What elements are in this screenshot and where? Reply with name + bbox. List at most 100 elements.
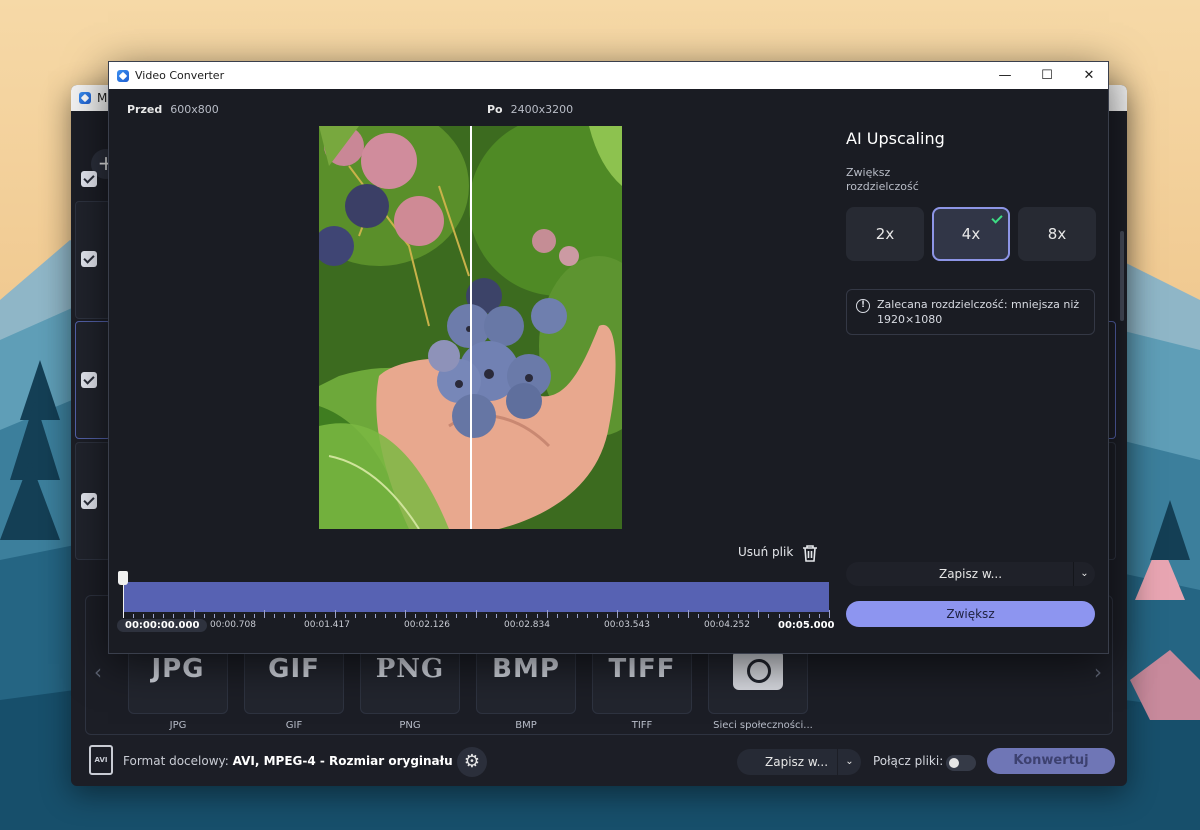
timeline-label: 00:02.126 bbox=[404, 620, 450, 630]
formats-next-icon[interactable]: › bbox=[1094, 660, 1102, 684]
timeline-tick bbox=[456, 614, 457, 618]
format-tile-jpg[interactable]: JPG bbox=[128, 644, 228, 714]
upscale-button[interactable]: Zwiększ bbox=[846, 601, 1095, 627]
minimize-icon[interactable]: — bbox=[984, 62, 1026, 89]
scale-2x-button[interactable]: 2x bbox=[846, 207, 924, 261]
format-tile-gif[interactable]: GIF bbox=[244, 644, 344, 714]
end-time: 00:05.000 bbox=[778, 620, 835, 631]
timeline-label: 00:03.543 bbox=[604, 620, 650, 630]
timeline-track[interactable] bbox=[123, 582, 829, 612]
format-label: TIFF bbox=[631, 720, 653, 731]
format-tile-tiff[interactable]: TIFF bbox=[592, 644, 692, 714]
check-icon bbox=[991, 212, 1003, 224]
timeline-tick bbox=[214, 614, 215, 618]
timeline-tick bbox=[486, 614, 487, 618]
main-window-title: M bbox=[97, 91, 108, 105]
maximize-icon[interactable]: ☐ bbox=[1026, 62, 1068, 89]
convert-button[interactable]: Konwertuj bbox=[987, 748, 1115, 774]
timeline-tick bbox=[426, 614, 427, 618]
format-label: Sieci społeczności... bbox=[713, 720, 813, 731]
file-checkbox[interactable] bbox=[81, 493, 97, 509]
timeline-tick bbox=[234, 614, 235, 618]
avi-file-icon: AVI bbox=[89, 745, 113, 775]
timeline-tick bbox=[254, 614, 255, 618]
timeline-tick bbox=[577, 614, 578, 618]
file-card-edge bbox=[1108, 442, 1116, 560]
save-to-label: Zapisz w... bbox=[938, 567, 1003, 581]
timeline-tick bbox=[385, 614, 386, 618]
timeline-tick bbox=[506, 614, 507, 618]
timeline-tick bbox=[537, 614, 538, 618]
format-label: PNG bbox=[399, 720, 421, 731]
timeline-tick bbox=[829, 610, 830, 618]
scrollbar-thumb[interactable] bbox=[1120, 231, 1124, 321]
dialog-title: Video Converter bbox=[135, 69, 225, 82]
timeline-tick bbox=[163, 614, 164, 618]
chevron-down-icon[interactable]: ⌄ bbox=[837, 749, 861, 775]
trash-icon[interactable] bbox=[802, 544, 818, 562]
timeline-tick bbox=[547, 610, 548, 618]
timeline-tick bbox=[375, 614, 376, 618]
timeline-tick bbox=[758, 610, 759, 618]
timeline-tick bbox=[708, 614, 709, 618]
timeline-tick bbox=[718, 614, 719, 618]
timeline-tick bbox=[143, 614, 144, 618]
format-tile-bmp[interactable]: BMP bbox=[476, 644, 576, 714]
merge-files-toggle[interactable] bbox=[946, 755, 976, 771]
timeline-tick bbox=[315, 614, 316, 618]
format-label: BMP bbox=[515, 720, 537, 731]
bottom-bar: AVI Format docelowy: AVI, MPEG-4 - Rozmi… bbox=[71, 739, 1127, 785]
timeline-tick bbox=[345, 614, 346, 618]
save-to-button[interactable]: Zapisz w... ⌄ bbox=[737, 749, 861, 775]
scale-4x-label: 4x bbox=[961, 225, 981, 243]
after-size: 2400x3200 bbox=[510, 103, 574, 116]
file-list: + bbox=[71, 111, 121, 571]
timeline-label: 00:01.417 bbox=[304, 620, 350, 630]
scale-4x-button[interactable]: 4x bbox=[932, 207, 1010, 261]
file-checkbox[interactable] bbox=[81, 251, 97, 267]
format-tile-social[interactable] bbox=[708, 644, 808, 714]
file-checkbox[interactable] bbox=[81, 372, 97, 388]
playhead-handle[interactable] bbox=[118, 571, 128, 585]
timeline-tick bbox=[789, 614, 790, 618]
format-label: JPG bbox=[169, 720, 187, 731]
timeline-tick bbox=[799, 614, 800, 618]
timeline-tick bbox=[567, 614, 568, 618]
save-to-label: Zapisz w... bbox=[765, 755, 829, 769]
gif-icon: GIF bbox=[268, 654, 320, 684]
remove-file-label[interactable]: Usuń plik bbox=[738, 545, 793, 559]
timeline-tick bbox=[698, 614, 699, 618]
target-format-label: Format docelowy: bbox=[123, 754, 229, 768]
select-all-checkbox[interactable] bbox=[81, 171, 97, 187]
timeline-tick bbox=[768, 614, 769, 618]
info-text: Zalecana rozdzielczość: mniejsza niż 192… bbox=[877, 298, 1080, 326]
scale-8x-button[interactable]: 8x bbox=[1018, 207, 1096, 261]
chevron-down-icon[interactable]: ⌄ bbox=[1073, 562, 1095, 586]
upscaling-dialog: Video Converter — ☐ ✕ Przed 600x800 Po 240… bbox=[108, 61, 1109, 654]
image-preview[interactable] bbox=[319, 126, 622, 529]
after-label-text: Po bbox=[487, 103, 503, 116]
format-tile-png[interactable]: PNG bbox=[360, 644, 460, 714]
timeline-tick bbox=[658, 614, 659, 618]
timeline-tick bbox=[224, 614, 225, 618]
after-label: Po 2400x3200 bbox=[487, 103, 573, 116]
timeline-tick bbox=[597, 614, 598, 618]
app-logo-icon bbox=[117, 69, 129, 82]
timeline-tick bbox=[244, 614, 245, 618]
timeline-tick bbox=[809, 614, 810, 618]
target-format[interactable]: Format docelowy: AVI, MPEG-4 - Rozmiar o… bbox=[123, 754, 453, 768]
file-list-right-edge bbox=[1107, 111, 1127, 601]
comparison-slider[interactable] bbox=[470, 126, 472, 529]
formats-prev-icon[interactable]: ‹ bbox=[94, 660, 102, 684]
before-label: Przed 600x800 bbox=[127, 103, 219, 116]
timeline-tick bbox=[526, 614, 527, 618]
timeline-tick bbox=[476, 610, 477, 618]
save-to-dropdown[interactable]: Zapisz w... ⌄ bbox=[846, 562, 1095, 586]
timeline-tick bbox=[627, 614, 628, 618]
dialog-titlebar: Video Converter — ☐ ✕ bbox=[109, 62, 1108, 89]
timeline-tick bbox=[325, 614, 326, 618]
gear-icon[interactable]: ⚙ bbox=[457, 747, 487, 777]
timeline-tick bbox=[637, 614, 638, 618]
timeline-tick bbox=[516, 614, 517, 618]
close-icon[interactable]: ✕ bbox=[1068, 62, 1110, 89]
